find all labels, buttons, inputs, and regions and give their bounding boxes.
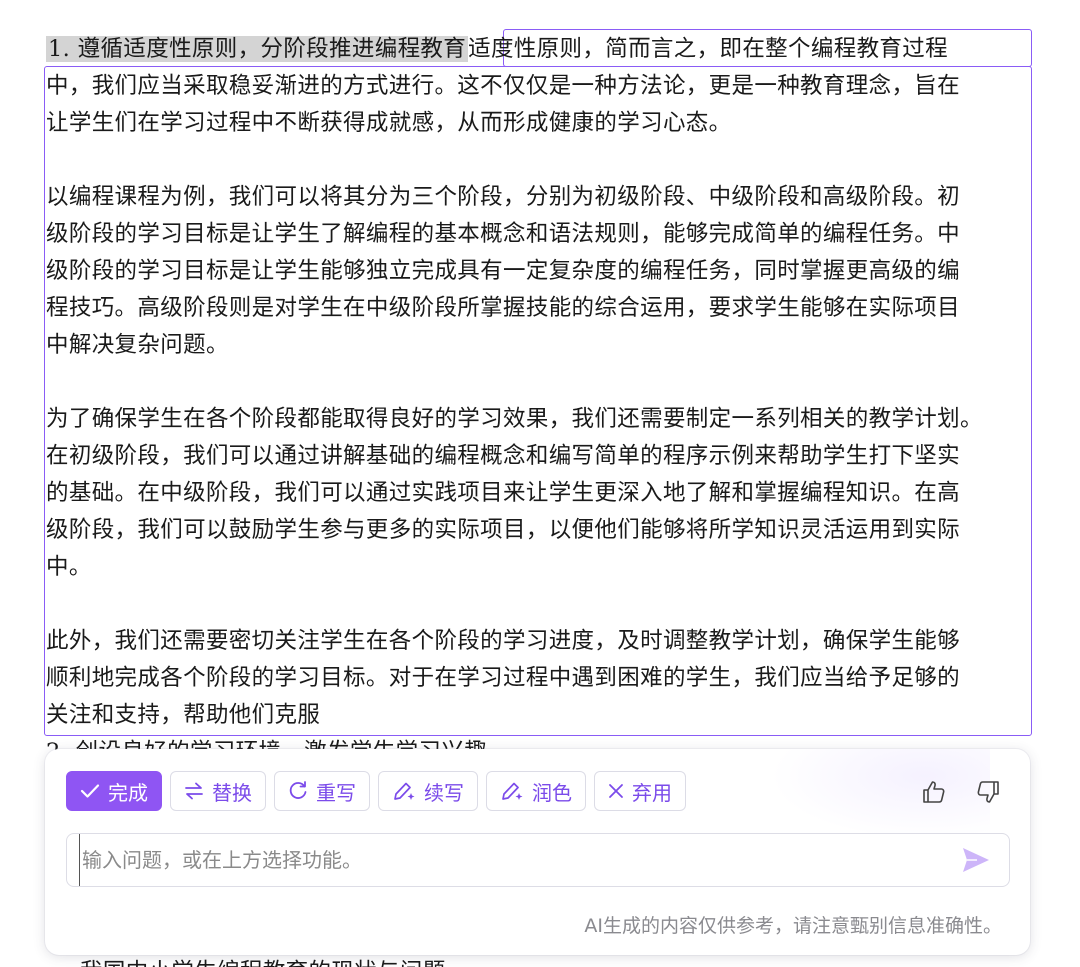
pen-sparkle-icon (500, 780, 524, 802)
check-icon (80, 783, 100, 799)
paragraph-2-line-3[interactable]: 级阶段的学习目标是让学生能够独立完成具有一定复杂度的编程任务，同时掌握更高级的编 (46, 253, 960, 290)
ai-disclaimer: AI生成的内容仅供参考，请注意甄别信息准确性。 (584, 915, 1002, 937)
refresh-icon (288, 781, 308, 801)
replace-button[interactable]: 替换 (170, 771, 266, 811)
thumbs-up-icon[interactable] (921, 779, 947, 805)
paragraph-2-line-5[interactable]: 中解决复杂问题。 (46, 327, 229, 364)
close-icon (608, 783, 624, 799)
continue-writing-button[interactable]: 续写 (378, 771, 478, 811)
paragraph-3-line-4[interactable]: 级阶段，我们可以鼓励学生参与更多的实际项目，以便他们能够将所学知识灵活运用到实际 (46, 512, 960, 549)
paragraph-4-line-1[interactable]: 此外，我们还需要密切关注学生在各个阶段的学习进度，及时调整教学计划，确保学生能够 (46, 623, 960, 660)
paragraph-2-line-4[interactable]: 程技巧。高级阶段则是对学生在中级阶段所掌握技能的综合运用，要求学生能够在实际项目 (46, 290, 960, 327)
paragraph-2-line-1[interactable]: 以编程课程为例，我们可以将其分为三个阶段，分别为初级阶段、中级阶段和高级阶段。初 (46, 179, 960, 216)
ai-assistant-panel: 完成 替换 重写 续写 润色 弃用 输入问题，或在上方选择功能。 AI生成的内容… (45, 749, 1030, 955)
text-run: 适度性原则，简而言之，即在整个编程教育过程 (468, 36, 948, 62)
paragraph-1-line-3[interactable]: 让学生们在学习过程中不断获得成就感，从而形成健康的学习心态。 (46, 105, 732, 142)
discard-button[interactable]: 弃用 (594, 771, 686, 811)
replace-button-label: 替换 (212, 780, 252, 805)
question-input-container (66, 833, 1010, 887)
paragraph-1-line-2[interactable]: 中，我们应当采取稳妥渐进的方式进行。这不仅仅是一种方法论，更是一种教育理念，旨在 (46, 68, 960, 105)
paragraph-3-line-3[interactable]: 的基础。在中级阶段，我们可以通过实践项目来让学生更深入地了解和掌握编程知识。在高 (46, 475, 960, 512)
highlighted-heading[interactable]: 1. 遵循适度性原则，分阶段推进编程教育 (46, 36, 469, 62)
paragraph-3-line-5[interactable]: 中。 (46, 549, 92, 586)
send-icon[interactable] (961, 846, 991, 874)
continue-writing-button-label: 续写 (424, 780, 464, 805)
discard-button-label: 弃用 (632, 780, 672, 805)
thumbs-down-icon[interactable] (975, 779, 1001, 805)
bottom-heading-partial[interactable]: 我国中小学生编程教育的现状与问题 (80, 954, 446, 967)
paragraph-4-line-2[interactable]: 顺利地完成各个阶段的学习目标。对于在学习过程中遇到困难的学生，我们应当给予足够的 (46, 660, 960, 697)
question-input[interactable] (79, 834, 942, 886)
ai-action-toolbar: 完成 替换 重写 续写 润色 弃用 (66, 771, 686, 811)
swap-arrows-icon (184, 782, 204, 800)
paragraph-4-line-3[interactable]: 关注和支持，帮助他们克服 (46, 697, 320, 734)
done-button-label: 完成 (108, 780, 148, 805)
paragraph-3-line-2[interactable]: 在初级阶段，我们可以通过讲解基础的编程概念和编写简单的程序示例来帮助学生打下坚实 (46, 438, 960, 475)
rewrite-button-label: 重写 (316, 780, 356, 805)
polish-button-label: 润色 (532, 780, 572, 805)
pen-sparkle-icon (392, 780, 416, 802)
paragraph-1-line-1[interactable]: 1. 遵循适度性原则，分阶段推进编程教育适度性原则，简而言之，即在整个编程教育过… (46, 31, 948, 68)
done-button[interactable]: 完成 (66, 771, 162, 811)
rewrite-button[interactable]: 重写 (274, 771, 370, 811)
paragraph-2-line-2[interactable]: 级阶段的学习目标是让学生了解编程的基本概念和语法规则，能够完成简单的编程任务。中 (46, 216, 960, 253)
polish-button[interactable]: 润色 (486, 771, 586, 811)
paragraph-3-line-1[interactable]: 为了确保学生在各个阶段都能取得良好的学习效果，我们还需要制定一系列相关的教学计划… (46, 401, 983, 438)
